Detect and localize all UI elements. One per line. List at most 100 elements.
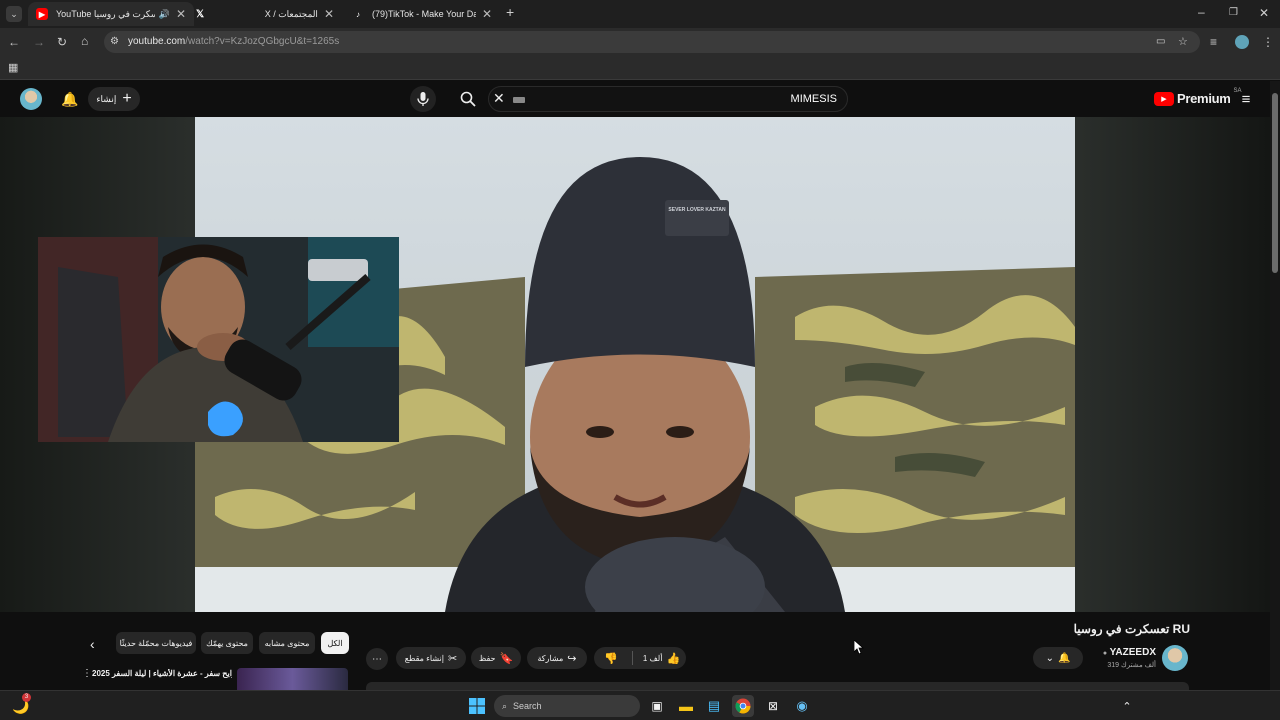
keyboard-icon[interactable] — [513, 97, 525, 103]
chip-for-you[interactable]: محتوى يهمّك — [201, 632, 253, 654]
streamer-webcam-overlay — [38, 237, 399, 442]
x-icon: 𝕏 — [195, 8, 205, 20]
subscriber-count: 319 ألف مشترك — [1107, 662, 1156, 669]
home-icon[interactable]: ⌂ — [81, 35, 88, 47]
clip-label: إنشاء مقطع — [404, 653, 444, 663]
forward-icon[interactable]: → — [33, 36, 45, 48]
hamburger-menu-icon[interactable]: ≡ — [1236, 89, 1256, 109]
tab-close-icon[interactable]: ✕ — [176, 7, 186, 21]
taskbar-search-placeholder: Search — [513, 701, 542, 711]
tab-title: X / المجتمعات — [264, 8, 318, 19]
more-actions-icon[interactable]: ⋯ — [366, 648, 388, 670]
tab-tiktok[interactable]: ♪ (79)TikTok - Make Your Day ✕ — [344, 2, 500, 26]
create-label: إنشاء — [96, 93, 117, 104]
xbox-icon[interactable]: ⊠ — [762, 695, 784, 717]
avatar[interactable] — [20, 88, 42, 110]
video-title: تعسكرت في روسيا RU — [1073, 622, 1190, 636]
restore-icon[interactable]: ❐ — [1229, 7, 1238, 19]
new-tab-button[interactable]: + — [506, 5, 514, 19]
tab-title: YouTube تعسكرت في روسيا — [56, 8, 155, 19]
recommended-thumbnail[interactable] — [237, 668, 348, 690]
like-button[interactable]: 1 ألف 👍 — [637, 652, 686, 665]
speaker-icon: 🔊 — [158, 8, 170, 19]
scissors-icon: ✂ — [447, 652, 458, 665]
tiktok-icon: ♪ — [356, 9, 360, 19]
taskbar-search[interactable]: ⌕ Search — [494, 695, 640, 717]
youtube-play-icon: ▶ — [1154, 91, 1174, 106]
chips-scroll-left-icon[interactable]: ‹ — [90, 636, 95, 652]
cast-icon[interactable]: ▭ — [1156, 36, 1165, 48]
share-label: مشاركة — [537, 653, 564, 663]
beanie-patch — [665, 200, 729, 236]
bell-icon: 🔔 — [1057, 652, 1071, 664]
search-box: ✕ — [488, 86, 848, 112]
address-bar[interactable]: ⚙ youtube.com/watch?v=KzJozQGbgcU&t=1265… — [104, 31, 1200, 53]
create-button[interactable]: إنشاء + — [88, 87, 140, 111]
clear-search-icon[interactable]: ✕ — [493, 90, 505, 107]
clip-button[interactable]: إنشاء مقطع ✂ — [396, 647, 466, 669]
site-info-icon[interactable]: ⚙ — [110, 36, 119, 48]
tray-network-icon[interactable]: ⌃ — [1116, 695, 1138, 717]
tab-close-icon[interactable]: ✕ — [324, 7, 334, 21]
voice-search-mic-icon[interactable] — [410, 86, 436, 112]
chrome-icon[interactable] — [732, 695, 754, 717]
thumbs-up-icon: 👍 — [666, 652, 681, 665]
menu-dots-icon[interactable]: ⋮ — [1262, 36, 1274, 48]
steam-icon[interactable]: ◉ — [791, 695, 813, 717]
back-icon[interactable]: ← — [8, 36, 20, 48]
bookmark-star-icon[interactable]: ☆ — [1178, 36, 1188, 48]
minimize-icon[interactable]: – — [1198, 6, 1205, 18]
page-scrollbar[interactable] — [1270, 81, 1280, 690]
file-explorer-icon[interactable]: ▬ — [675, 695, 697, 717]
premium-label: Premium — [1177, 91, 1231, 106]
tab-x[interactable]: 𝕏 X / المجتمعات ✕ — [186, 2, 342, 26]
task-view-icon[interactable]: ▣ — [646, 695, 668, 717]
store-icon[interactable]: ▤ — [703, 695, 725, 717]
apps-grid-icon[interactable]: ▦ — [8, 62, 18, 74]
browser-toolbar: ← → ↻ ⌂ ⚙ youtube.com/watch?v=KzJozQGbgc… — [0, 28, 1280, 56]
recommended-title[interactable]: رايح سفر - عشرة الأشياء | ليلة السفر 202… — [92, 669, 232, 678]
tab-title: (79)TikTok - Make Your Day — [372, 9, 476, 19]
like-count: 1 ألف — [642, 653, 663, 663]
plus-icon: + — [122, 90, 132, 107]
close-window-icon[interactable]: ✕ — [1259, 7, 1269, 19]
youtube-header: 🔔 إنشاء + ✕ ▶ Premium SA ≡ — [0, 81, 1270, 117]
recommended-menu-icon[interactable]: ⋮ — [82, 668, 92, 679]
chip-all[interactable]: الكل — [321, 632, 349, 654]
reload-icon[interactable]: ↻ — [57, 36, 67, 48]
chevron-down-icon: ⌄ — [1045, 652, 1054, 664]
channel-avatar[interactable] — [1162, 645, 1188, 671]
search-icon: ⌕ — [502, 700, 508, 711]
search-input[interactable] — [537, 90, 837, 108]
dislike-button[interactable]: 👎 — [594, 652, 628, 665]
search-icon[interactable] — [455, 86, 481, 112]
youtube-premium-logo[interactable]: ▶ Premium SA — [1154, 88, 1242, 106]
tab-close-icon[interactable]: ✕ — [482, 7, 492, 21]
windows-start-icon[interactable] — [466, 695, 488, 717]
profile-avatar[interactable] — [1235, 35, 1249, 49]
chip-similar[interactable]: محتوى مشابه — [259, 632, 315, 654]
video-player[interactable]: SEVER LOVER KAZTAN — [0, 117, 1270, 612]
notifications-bell-icon[interactable]: 🔔 — [60, 89, 80, 109]
scrollbar-thumb[interactable] — [1272, 93, 1278, 273]
like-dislike-group: 👎 1 ألف 👍 — [594, 647, 686, 669]
share-button[interactable]: مشاركة ↪ — [527, 647, 587, 669]
browser-tab-bar: ⌄ ▶ YouTube تعسكرت في روسيا 🔊 ✕ 𝕏 X / ال… — [0, 0, 1280, 28]
tab-list-chevron-icon[interactable]: ⌄ — [6, 6, 22, 22]
media-controls-icon[interactable]: ≡ — [1210, 36, 1217, 48]
subscribe-bell-dropdown[interactable]: ⌄ 🔔 — [1033, 647, 1083, 669]
tab-youtube[interactable]: ▶ YouTube تعسكرت في روسيا 🔊 ✕ — [28, 2, 194, 26]
mouse-cursor — [853, 639, 865, 659]
share-icon: ↪ — [567, 652, 577, 665]
video-info-area: تعسكرت في روسيا RU ● YAZEEDX 319 ألف مشت… — [0, 612, 1270, 690]
verified-icon: ● — [1102, 650, 1108, 657]
bookmarks-bar: ▦ — [0, 56, 1280, 80]
save-label: حفظ — [478, 653, 496, 663]
beanie-patch-text: SEVER LOVER KAZTAN — [668, 207, 726, 213]
chip-recent-uploads[interactable]: فيديوهات محمّلة حديثًا — [116, 632, 196, 654]
description-box[interactable] — [366, 682, 1189, 690]
save-button[interactable]: حفظ 🔖 — [471, 647, 521, 669]
notification-badge: 3 — [22, 693, 31, 702]
channel-name[interactable]: ● YAZEEDX — [1090, 647, 1156, 658]
youtube-icon: ▶ — [36, 8, 48, 20]
